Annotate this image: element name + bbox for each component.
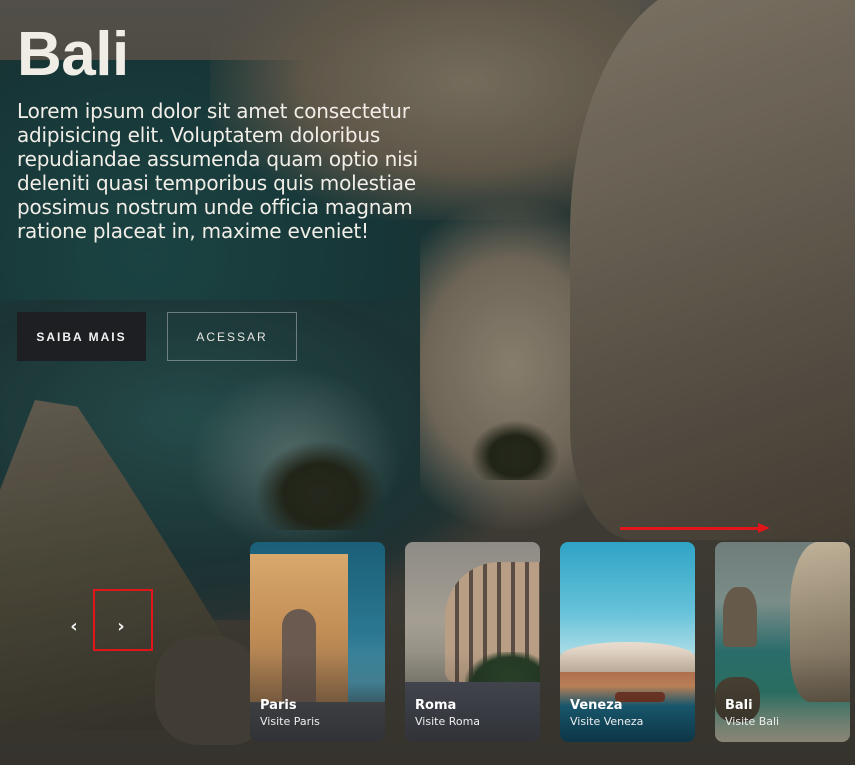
- page-title: Bali: [17, 20, 129, 89]
- annotation-arrow-head-icon: [758, 523, 770, 533]
- card-roma[interactable]: Roma Visite Roma: [405, 542, 540, 742]
- chevron-left-icon[interactable]: ‹: [60, 612, 88, 640]
- card-paris[interactable]: Paris Visite Paris: [250, 542, 385, 742]
- card-title: Roma: [415, 698, 457, 713]
- acessar-button[interactable]: ACESSAR: [167, 312, 297, 361]
- card-subtitle: Visite Paris: [260, 715, 320, 728]
- annotation-highlight-box: [93, 589, 153, 651]
- card-subtitle: Visite Roma: [415, 715, 481, 728]
- card-title: Bali: [725, 698, 753, 713]
- card-title: Paris: [260, 698, 297, 713]
- hero-content: Bali Lorem ipsum dolor sit amet consecte…: [17, 20, 487, 243]
- card-subtitle: Visite Veneza: [570, 715, 644, 728]
- hero-actions: SAIBA MAIS ACESSAR: [17, 312, 297, 361]
- hero-description: Lorem ipsum dolor sit amet consectetur a…: [17, 99, 418, 243]
- destination-carousel: Paris Visite Paris Roma Visite Roma Vene…: [250, 542, 850, 742]
- card-subtitle: Visite Bali: [725, 715, 780, 728]
- saiba-mais-button[interactable]: SAIBA MAIS: [17, 312, 146, 361]
- card-bali[interactable]: Bali Visite Bali: [715, 542, 850, 742]
- annotation-arrow: [620, 527, 762, 530]
- card-title: Veneza: [570, 698, 623, 713]
- card-veneza[interactable]: Veneza Visite Veneza: [560, 542, 695, 742]
